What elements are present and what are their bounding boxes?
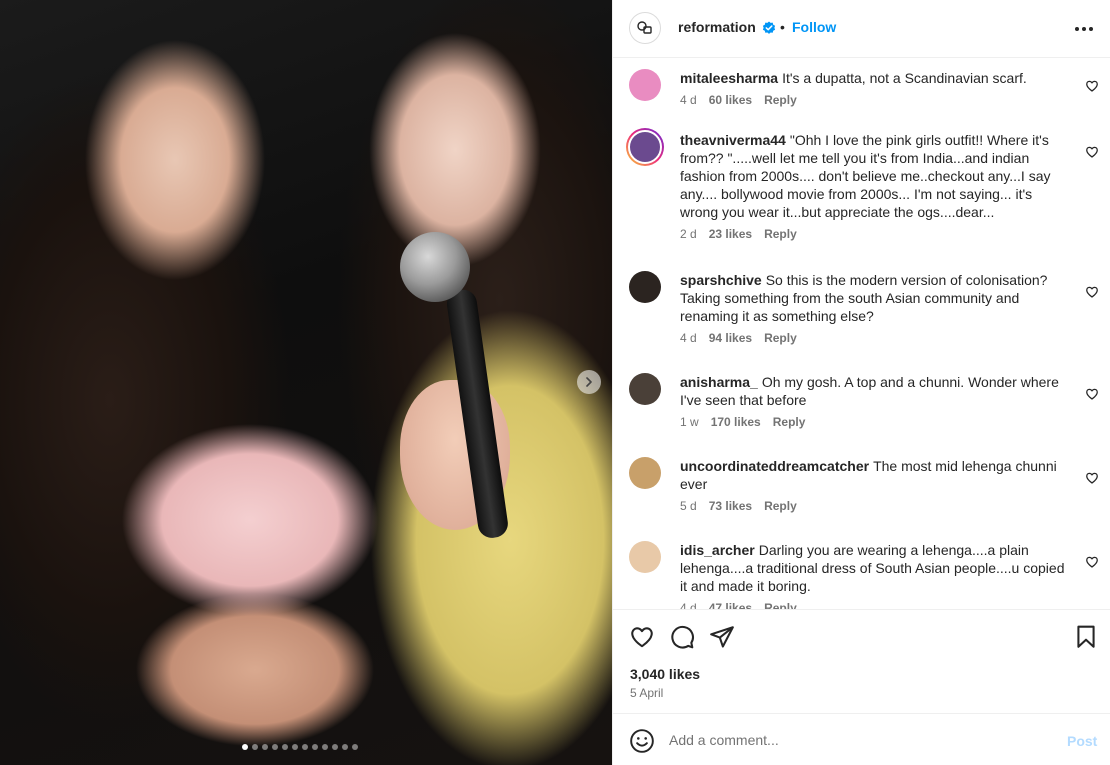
comment-username[interactable]: theavniverma44: [680, 132, 786, 148]
comment-likes[interactable]: 94 likes: [709, 331, 752, 345]
comment-input[interactable]: [669, 728, 1049, 752]
carousel-dot: [272, 744, 278, 750]
comment-likes[interactable]: 73 likes: [709, 499, 752, 513]
comment-username[interactable]: idis_archer: [680, 542, 755, 558]
comment-likes[interactable]: 170 likes: [711, 415, 761, 429]
photo-microphone-head: [400, 232, 470, 302]
comment-avatar[interactable]: [626, 128, 664, 166]
comment-age: 4 d: [680, 331, 697, 345]
comment-reply-button[interactable]: Reply: [764, 601, 797, 609]
emoji-icon[interactable]: [629, 728, 655, 754]
carousel-dot: [312, 744, 318, 750]
comment-text: sparshchive So this is the modern version…: [680, 271, 1070, 325]
comment-text: idis_archer Darling you are wearing a leh…: [680, 541, 1070, 595]
comment-likes[interactable]: 60 likes: [709, 93, 752, 107]
carousel-pagination: [242, 744, 358, 750]
comment-age: 1 w: [680, 415, 699, 429]
like-heart-icon[interactable]: [629, 624, 655, 650]
small-heart-icon[interactable]: [1085, 555, 1099, 569]
post-side-panel: reformation • Follow mitaleesharma It's a…: [612, 0, 1110, 765]
post-actions: 3,040 likes 5 April: [613, 609, 1110, 713]
small-heart-icon[interactable]: [1085, 79, 1099, 93]
small-heart-icon[interactable]: [1085, 387, 1099, 401]
comment-meta: 4 d 47 likes Reply: [680, 601, 797, 609]
comment-username[interactable]: uncoordinateddreamcatcher: [680, 458, 869, 474]
comment-composer: Post: [613, 713, 1110, 765]
small-heart-icon[interactable]: [1085, 285, 1099, 299]
brand-logo-icon: [637, 21, 652, 34]
comment-bubble-icon[interactable]: [669, 624, 695, 650]
header-separator: •: [780, 19, 785, 35]
comment-likes[interactable]: 47 likes: [709, 601, 752, 609]
comments-list[interactable]: mitaleesharma It's a dupatta, not a Scand…: [613, 59, 1110, 609]
comment-avatar[interactable]: [629, 69, 661, 101]
comment-text: mitaleesharma It's a dupatta, not a Scand…: [680, 69, 1070, 87]
comment-age: 2 d: [680, 227, 697, 241]
comment-meta: 2 d 23 likes Reply: [680, 227, 797, 241]
comment-age: 5 d: [680, 499, 697, 513]
comment-age: 4 d: [680, 601, 697, 609]
post-date: 5 April: [630, 686, 664, 700]
carousel-dot: [322, 744, 328, 750]
comment-reply-button[interactable]: Reply: [773, 415, 806, 429]
carousel-dot: [262, 744, 268, 750]
comment-text: uncoordinateddreamcatcher The most mid le…: [680, 457, 1070, 493]
carousel-dot: [302, 744, 308, 750]
post-likes-count[interactable]: 3,040 likes: [630, 666, 700, 682]
comment-reply-button[interactable]: Reply: [764, 499, 797, 513]
comment-text: anisharma_ Oh my gosh. A top and a chunni…: [680, 373, 1070, 409]
carousel-dot: [282, 744, 288, 750]
comment-avatar[interactable]: [629, 271, 661, 303]
carousel-next-button[interactable]: [577, 370, 601, 394]
carousel-dot: [242, 744, 248, 750]
share-paper-plane-icon[interactable]: [709, 624, 735, 650]
comment-age: 4 d: [680, 93, 697, 107]
comment-text: theavniverma44 "Ohh I love the pink girls…: [680, 131, 1070, 221]
post-comment-button[interactable]: Post: [1067, 733, 1097, 749]
comment-reply-button[interactable]: Reply: [764, 93, 797, 107]
comment-meta: 5 d 73 likes Reply: [680, 499, 797, 513]
follow-button[interactable]: Follow: [792, 19, 836, 35]
verified-badge-icon: [762, 21, 776, 34]
save-bookmark-icon[interactable]: [1073, 624, 1099, 650]
comment-reply-button[interactable]: Reply: [764, 227, 797, 241]
comment-reply-button[interactable]: Reply: [764, 331, 797, 345]
next-arrow-icon: [586, 377, 592, 387]
carousel-dot: [252, 744, 258, 750]
small-heart-icon[interactable]: [1085, 471, 1099, 485]
comment-likes[interactable]: 23 likes: [709, 227, 752, 241]
comment-body: It's a dupatta, not a Scandinavian scarf…: [782, 70, 1027, 86]
carousel-dot: [352, 744, 358, 750]
carousel-dot: [342, 744, 348, 750]
comment-username[interactable]: sparshchive: [680, 272, 762, 288]
comment-username[interactable]: anisharma_: [680, 374, 758, 390]
post-header: reformation • Follow: [613, 0, 1110, 58]
post-photo[interactable]: [0, 0, 612, 765]
carousel-dot: [292, 744, 298, 750]
account-avatar[interactable]: [629, 12, 661, 44]
comment-username[interactable]: mitaleesharma: [680, 70, 778, 86]
comment-avatar[interactable]: [629, 373, 661, 405]
more-options-icon[interactable]: [1075, 20, 1095, 38]
comment-meta: 4 d 60 likes Reply: [680, 93, 797, 107]
comment-meta: 1 w 170 likes Reply: [680, 415, 805, 429]
carousel-dot: [332, 744, 338, 750]
comment-avatar[interactable]: [629, 541, 661, 573]
comment-avatar[interactable]: [629, 457, 661, 489]
small-heart-icon[interactable]: [1085, 145, 1099, 159]
comment-meta: 4 d 94 likes Reply: [680, 331, 797, 345]
account-username[interactable]: reformation: [678, 19, 756, 35]
